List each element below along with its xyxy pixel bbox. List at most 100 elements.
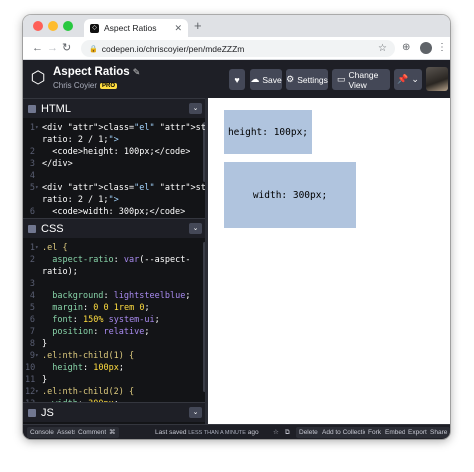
html-code-line: 3 </div> [23, 158, 208, 170]
css-code-line: 10 height: 100px; [23, 362, 208, 374]
layout-icon: ▭ [337, 74, 346, 84]
line-number: 3 [29, 279, 35, 289]
maximize-window-button[interactable] [63, 21, 73, 31]
delete-button[interactable]: Delete [296, 427, 321, 438]
css-code-line: 1 ▾ .el { [23, 242, 208, 254]
browser-toolbar: ← → ↻ 🔒 codepen.io/chriscoyier/pen/mdeZZ… [23, 37, 450, 60]
html-editor-header: HTML ⌄ [23, 98, 208, 118]
settings-button[interactable]: ⚙ Settings [286, 69, 328, 90]
html-code-line: ratio: 2 / 1;"> [23, 134, 208, 146]
minimize-window-button[interactable] [48, 21, 58, 31]
gear-icon: ⚙ [286, 74, 295, 84]
css-editor-title: CSS [41, 222, 64, 235]
pen-author: Chris Coyier PRO [53, 81, 118, 90]
share-button[interactable]: Share [427, 427, 450, 438]
codepen-header: ⬡ Aspect Ratios ✎ Chris Coyier PRO ♥ ☁ Sa… [23, 60, 450, 98]
css-code-line: 9 ▾ .el:nth-child(1) { [23, 350, 208, 362]
preview-box-width-text: width: 300px; [252, 189, 328, 201]
css-code-line: 3 [23, 278, 208, 290]
line-number: 2 [29, 147, 35, 157]
tab-title: Aspect Ratios [104, 23, 157, 33]
settings-label: Settings [297, 74, 328, 85]
codepen-favicon-icon: ◇ [90, 23, 99, 33]
back-arrow-icon[interactable]: ← [32, 41, 43, 55]
code-text: font: 150% system-ui; [52, 315, 160, 325]
new-tab-button[interactable]: + [194, 19, 202, 33]
line-number: 1 [29, 123, 35, 133]
url-text: codepen.io/chriscoyier/pen/mdeZZZm [101, 43, 245, 54]
line-number: 6 [29, 207, 35, 217]
js-editor-header: JS ⌄ [23, 402, 208, 422]
pen-title[interactable]: Aspect Ratios ✎ [53, 66, 140, 78]
html-code-line: ratio: 2 / 1;"> [23, 194, 208, 206]
console-button[interactable]: Console [27, 427, 57, 438]
change-view-button[interactable]: ▭ Change View [332, 69, 390, 90]
fold-arrow-icon[interactable]: ▾ [35, 182, 39, 194]
close-window-button[interactable] [33, 21, 43, 31]
html-editor-menu-chevron-icon[interactable]: ⌄ [189, 103, 202, 114]
js-editor-menu-chevron-icon[interactable]: ⌄ [189, 407, 202, 418]
fold-arrow-icon[interactable]: ▾ [35, 386, 39, 398]
address-bar[interactable]: 🔒 codepen.io/chriscoyier/pen/mdeZZZm ☆ [81, 40, 395, 57]
css-code-line: ratio); [23, 266, 208, 278]
user-avatar[interactable] [426, 67, 448, 91]
last-saved-label: Last saved [155, 429, 187, 436]
html-code-line: 5▾<div "attr">class="el" "attr">style="-… [23, 182, 208, 194]
footer-star-icon[interactable]: ☆ [273, 427, 279, 438]
code-text: <div "attr">class="el" "attr">style="--a… [42, 183, 208, 193]
css-editor-menu-chevron-icon[interactable]: ⌄ [189, 223, 202, 234]
code-text: </div> [42, 159, 73, 169]
pro-badge: PRO [100, 82, 118, 89]
code-text: } [42, 375, 48, 385]
line-number: 2 [29, 255, 35, 265]
css-code-area[interactable]: 1 ▾ .el {2 aspect-ratio: var(--aspect-rati… [23, 238, 208, 402]
code-text: .el { [42, 243, 68, 253]
line-number: 5 [29, 303, 35, 313]
html-code-area[interactable]: 1▾<div "attr">class="el" "attr">style="-… [23, 118, 208, 218]
fold-arrow-icon[interactable]: ▾ [35, 122, 39, 134]
lock-icon: 🔒 [89, 45, 98, 53]
preview-pane: height: 100px; width: 300px; [208, 98, 450, 439]
line-number: 11 [25, 375, 36, 385]
code-text: aspect-ratio: var(--aspect- [52, 255, 191, 265]
author-name[interactable]: Chris Coyier [53, 81, 97, 90]
chevron-down-icon: ⌄ [411, 74, 419, 84]
fold-arrow-icon[interactable]: ▾ [35, 242, 39, 254]
js-editor-icon [28, 408, 36, 417]
keyboard-shortcuts-button[interactable]: ⌘ [106, 427, 119, 438]
extension-icon[interactable]: ⊕ [402, 41, 410, 55]
bookmark-star-icon[interactable]: ☆ [378, 43, 387, 54]
forward-arrow-icon[interactable]: → [47, 41, 58, 55]
code-text: <div "attr">class="el" "attr">style="--a… [42, 123, 208, 133]
reload-icon[interactable]: ↻ [62, 41, 71, 55]
menu-dots-icon[interactable]: ⋮ [437, 41, 447, 55]
code-text: ratio: 2 / 1;"> [42, 195, 119, 205]
save-button[interactable]: ☁ Save [250, 69, 282, 90]
browser-tab[interactable]: ◇ Aspect Ratios ✕ [84, 19, 188, 37]
line-number: 6 [29, 315, 35, 325]
preview-box-width: width: 300px; [224, 162, 356, 228]
css-code-line: 8} [23, 338, 208, 350]
heart-icon: ♥ [234, 74, 240, 85]
js-editor-title: JS [41, 406, 54, 419]
line-number: 4 [29, 171, 35, 181]
fold-arrow-icon[interactable]: ▾ [35, 350, 39, 362]
html-code-line: 4 [23, 170, 208, 182]
line-number: 3 [29, 159, 35, 169]
tab-close-icon[interactable]: ✕ [174, 23, 182, 34]
profile-avatar-icon[interactable] [420, 42, 432, 54]
line-number: 5 [29, 183, 35, 193]
external-link-icon[interactable]: ⧉ [285, 427, 290, 438]
code-text: <code>height: 100px;</code> [42, 147, 191, 157]
edit-pencil-icon[interactable]: ✎ [133, 67, 141, 77]
pin-menu-button[interactable]: 📌 ⌄ [394, 69, 422, 90]
code-text: height: 100px; [52, 363, 124, 373]
pen-title-text: Aspect Ratios [53, 66, 130, 78]
css-code-line: 7 position: relative; [23, 326, 208, 338]
love-button[interactable]: ♥ [229, 69, 245, 90]
codepen-logo-icon[interactable]: ⬡ [29, 69, 47, 87]
last-saved-ago: ago [247, 429, 259, 436]
pin-icon: 📌 [397, 74, 409, 84]
cloud-icon: ☁ [250, 74, 260, 84]
css-code-line: 12 ▾ .el:nth-child(2) { [23, 386, 208, 398]
